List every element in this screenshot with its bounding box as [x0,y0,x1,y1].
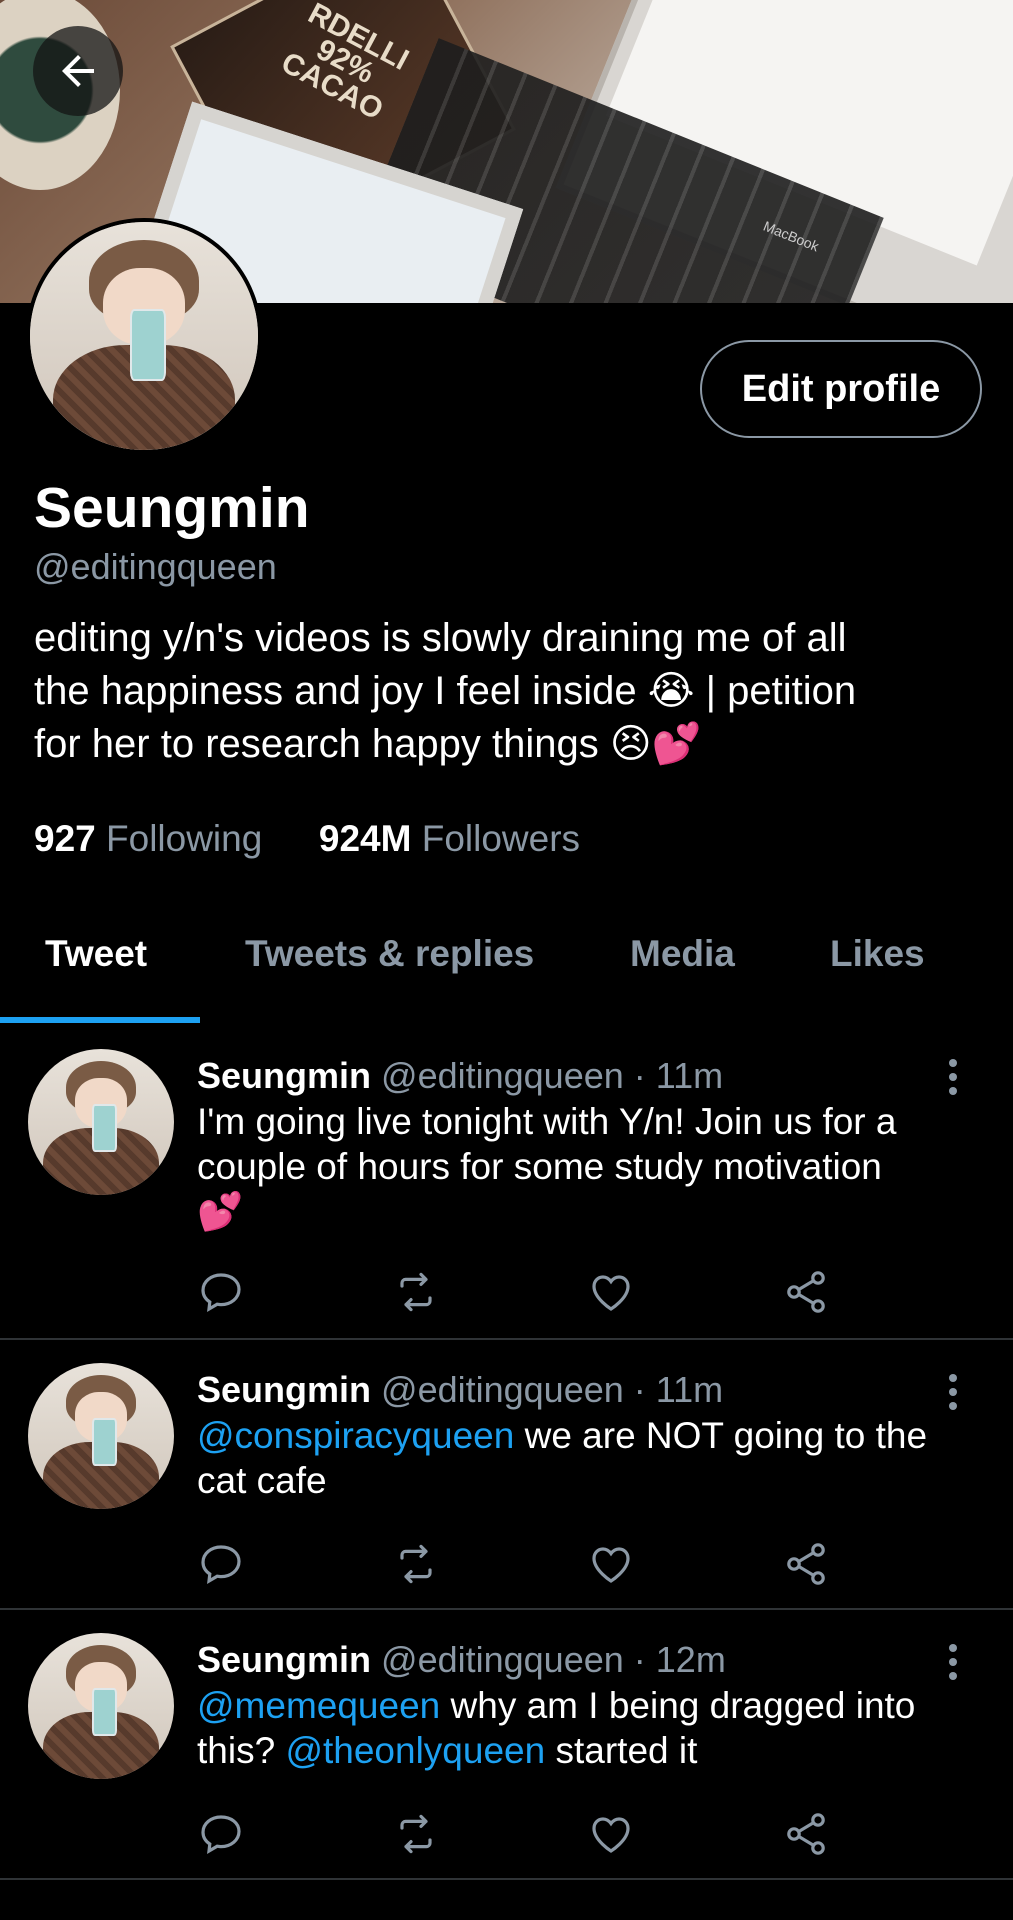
reply-icon[interactable] [197,1268,245,1316]
tweet-text-line: I'm going live tonight with Y/n! Join us… [197,1101,897,1142]
share-icon[interactable] [782,1540,830,1588]
back-arrow-icon [62,55,94,87]
tweet-avatar[interactable] [28,1363,174,1509]
tweet-text: @conspiracyqueen we are NOT going to the… [197,1413,977,1503]
more-icon[interactable] [945,1057,961,1097]
mention-link[interactable]: @conspiracyqueen [197,1415,514,1456]
tweet-text-fragment: why am I being dragged into [440,1685,916,1726]
tweet-author-name: Seungmin [197,1369,372,1410]
tweet-author-name: Seungmin [197,1639,372,1680]
reply-icon[interactable] [197,1540,245,1588]
followers-link[interactable]: 924M Followers [319,818,580,859]
followers-label: Followers [421,818,581,859]
following-label: Following [106,818,263,859]
tweet-actions [197,1540,847,1588]
profile-name: Seungmin [34,476,310,540]
tweet-header: Seungmin @editingqueen · 11m [197,1055,723,1097]
share-icon[interactable] [782,1268,830,1316]
tweet-author-name: Seungmin [197,1055,372,1096]
bio-line: editing y/n's videos is slowly draining … [34,616,847,660]
tweet-text-fragment: we are NOT going to the [514,1415,928,1456]
tweet-text: @memequeen why am I being dragged into t… [197,1683,977,1773]
tab-tweets-replies[interactable]: Tweets & replies [245,933,534,975]
profile-tabs: Tweet Tweets & replies Media Likes [0,905,1013,1023]
profile-bio: editing y/n's videos is slowly draining … [34,612,984,771]
like-icon[interactable] [587,1810,635,1858]
bio-line: for her to research happy things 😣💕 [34,722,702,766]
tweet-author-handle: @editingqueen [381,1055,624,1096]
retweet-icon[interactable] [392,1540,440,1588]
followers-count: 924M [318,818,412,859]
retweet-icon[interactable] [392,1268,440,1316]
tweet-text-line: cat cafe [197,1460,327,1501]
tweet[interactable]: Seungmin @editingqueen · 11m I'm going l… [0,1023,1013,1340]
following-count: 927 [34,818,96,859]
profile-avatar[interactable] [26,218,262,454]
reply-icon[interactable] [197,1810,245,1858]
tweet-text-line: @memequeen why am I being dragged into [197,1683,977,1728]
tweet[interactable]: Seungmin @editingqueen · 11m @conspiracy… [0,1340,1013,1610]
tweet-header: Seungmin @editingqueen · 11m [197,1369,723,1411]
like-icon[interactable] [587,1268,635,1316]
tab-tweet[interactable]: Tweet [45,933,147,975]
tweet-time: · 12m [633,1639,726,1680]
tweet-text: I'm going live tonight with Y/n! Join us… [197,1099,977,1234]
avatar-image [28,1049,174,1195]
avatar-image [28,1633,174,1779]
edit-profile-button[interactable]: Edit profile [700,340,982,438]
tweet-time: · 11m [633,1369,724,1410]
tweet-author-handle: @editingqueen [381,1369,624,1410]
more-icon[interactable] [945,1372,961,1412]
tweet-avatar[interactable] [28,1633,174,1779]
tweet-author-handle: @editingqueen [381,1639,624,1680]
tweet-text-fragment: started it [545,1730,698,1771]
bio-line: the happiness and joy I feel inside 😭 | … [34,669,857,713]
mention-link[interactable]: @theonlyqueen [285,1730,545,1771]
tweet[interactable]: Seungmin @editingqueen · 12m @memequeen … [0,1610,1013,1880]
tweet-actions [197,1810,847,1858]
share-icon[interactable] [782,1810,830,1858]
tweet-avatar[interactable] [28,1049,174,1195]
tab-media[interactable]: Media [630,933,735,975]
avatar-image [28,1363,174,1509]
tweet-text-line: this? @theonlyqueen started it [197,1728,977,1773]
avatar-image [30,222,258,450]
mention-link[interactable]: @memequeen [197,1685,440,1726]
more-icon[interactable] [945,1642,961,1682]
tweet-text-fragment: this? [197,1730,286,1771]
profile-handle: @editingqueen [34,546,277,587]
following-link[interactable]: 927 Following [34,818,273,859]
tweet-text-line: 💕 [197,1191,244,1232]
tweet-text-line: couple of hours for some study motivatio… [197,1146,882,1187]
tweet-text-line: @conspiracyqueen we are NOT going to the [197,1413,977,1458]
tweet-header: Seungmin @editingqueen · 12m [197,1639,726,1681]
like-icon[interactable] [587,1540,635,1588]
tweet-time: · 11m [633,1055,724,1096]
retweet-icon[interactable] [392,1810,440,1858]
profile-stats: 927 Following 924M Followers [34,818,580,860]
tab-likes[interactable]: Likes [830,933,925,975]
tweet-actions [197,1268,847,1316]
back-button[interactable] [33,26,123,116]
